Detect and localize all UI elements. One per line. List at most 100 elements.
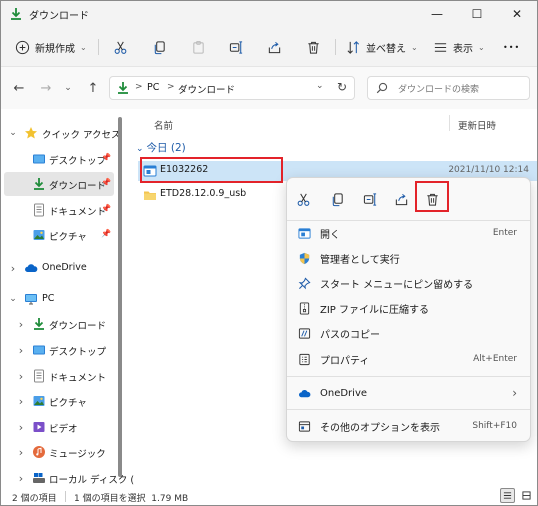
download-icon <box>32 177 46 191</box>
breadcrumb-pc[interactable]: PC <box>147 82 159 93</box>
sidebar-item-pc-videos[interactable]: › ビデオ <box>4 415 114 439</box>
sidebar-item-desktop[interactable]: デスクトップ 📌 <box>4 147 114 171</box>
copy-icon <box>332 192 343 206</box>
address-bar[interactable]: > PC > ダウンロード ⌄ ↻ <box>109 76 355 100</box>
chevron-down-icon[interactable]: ⌄ <box>8 128 18 138</box>
pin-icon: 📌 <box>101 229 111 238</box>
arrow-up-icon: ↑ <box>87 80 99 96</box>
sidebar-item-documents[interactable]: ドキュメント 📌 <box>4 198 114 222</box>
window-title: ダウンロード <box>29 11 89 22</box>
search-box[interactable]: ダウンロードの検索 <box>367 76 530 100</box>
sidebar-item-pc-desktop[interactable]: › デスクトップ <box>4 338 114 362</box>
picture-icon <box>32 394 46 408</box>
close-icon: ✕ <box>511 7 523 21</box>
breadcrumb-downloads[interactable]: ダウンロード <box>178 82 235 96</box>
column-header-date[interactable]: 更新日時 <box>458 118 496 132</box>
menu-item-properties[interactable]: プロパティ Alt+Enter <box>287 347 530 371</box>
sidebar-item-downloads[interactable]: ダウンロード 📌 <box>4 172 114 196</box>
copy-button[interactable] <box>152 37 167 57</box>
pin-icon: 📌 <box>101 178 111 187</box>
menu-item-label: プロパティ <box>320 355 370 367</box>
menu-item-more-options[interactable]: その他のオプションを表示 Shift+F10 <box>287 414 530 438</box>
chevron-down-icon[interactable]: ⌄ <box>8 294 18 304</box>
highlight-box-file <box>140 157 283 183</box>
command-bar: 新規作成 ⌄ 並べ替え ⌄ 表示 ⌄ ••• <box>1 27 537 67</box>
sort-button[interactable]: 並べ替え ⌄ <box>346 37 418 57</box>
view-button[interactable]: 表示 ⌄ <box>433 37 485 57</box>
chevron-right-icon[interactable]: › <box>16 395 26 408</box>
group-label: 今日 (2) <box>146 142 186 154</box>
new-label: 新規作成 <box>35 43 75 55</box>
menu-item-copy-path[interactable]: パスのコピー <box>287 321 530 345</box>
title-bar: ダウンロード — ☐ ✕ <box>1 1 537 27</box>
menu-item-label: その他のオプションを表示 <box>320 422 440 434</box>
chevron-down-icon[interactable]: ⌄ <box>316 81 324 91</box>
document-icon <box>32 369 46 383</box>
menu-item-onedrive[interactable]: OneDrive › <box>287 381 530 405</box>
status-bar: 2 個の項目 1 個の項目を選択 1.79 MB <box>1 487 537 505</box>
details-view-button[interactable] <box>500 488 515 503</box>
more-button[interactable]: ••• <box>503 37 520 57</box>
file-name: ETD28.12.0.9_usb <box>160 188 247 199</box>
sidebar-scrollbar[interactable] <box>118 117 122 477</box>
new-button[interactable]: 新規作成 ⌄ <box>15 37 87 57</box>
download-icon <box>116 81 130 95</box>
sidebar-item-pc-downloads[interactable]: › ダウンロード <box>4 312 114 336</box>
up-button[interactable]: ↑ <box>85 80 101 96</box>
chevron-right-icon[interactable]: › <box>16 421 26 434</box>
menu-item-label: スタート メニューにピン留めする <box>320 279 474 291</box>
path-copy-icon <box>297 326 312 341</box>
group-header-today[interactable]: ⌄ 今日 (2) <box>136 140 186 155</box>
sidebar-item-pc-pictures[interactable]: › ピクチャ <box>4 389 114 413</box>
chevron-right-icon[interactable]: › <box>16 472 26 485</box>
share-button[interactable] <box>267 37 282 57</box>
breadcrumb-separator: > <box>135 82 143 92</box>
paste-icon <box>193 40 204 54</box>
menu-item-compress-zip[interactable]: ZIP ファイルに圧縮する <box>287 296 530 320</box>
tiles-view-button[interactable] <box>519 488 534 503</box>
cloud-icon <box>24 261 38 275</box>
chevron-right-icon[interactable]: › <box>16 370 26 383</box>
menu-item-pin-to-start[interactable]: スタート メニューにピン留めする <box>287 271 530 295</box>
rename-icon <box>229 40 243 54</box>
cut-button[interactable] <box>113 37 128 57</box>
sidebar-item-pc[interactable]: ⌄ PC <box>4 287 114 311</box>
sidebar-item-pc-documents[interactable]: › ドキュメント <box>4 364 114 388</box>
document-icon <box>32 203 46 217</box>
recent-locations-button[interactable]: ⌄ <box>60 80 76 96</box>
column-header-name[interactable]: 名前 <box>154 118 173 132</box>
sidebar-item-onedrive[interactable]: › OneDrive <box>4 256 114 280</box>
chevron-right-icon[interactable]: › <box>16 446 26 459</box>
menu-item-open[interactable]: 開く Enter <box>287 221 530 245</box>
item-count: 2 個の項目 <box>12 494 57 504</box>
close-button[interactable]: ✕ <box>497 1 537 27</box>
sidebar-item-quick-access[interactable]: ⌄ クイック アクセス <box>4 121 121 145</box>
rename-icon <box>363 192 376 206</box>
search-icon <box>376 82 388 94</box>
rename-button[interactable] <box>229 37 244 57</box>
chevron-right-icon[interactable]: › <box>16 318 26 331</box>
file-date: 2021/11/10 12:14 <box>448 165 529 175</box>
selection-info: 1 個の項目を選択 1.79 MB <box>74 494 189 504</box>
file-explorer-window: ダウンロード — ☐ ✕ 新規作成 ⌄ 並べ替え ⌄ 表示 ⌄ ••• ← → … <box>0 0 538 506</box>
minimize-button[interactable]: — <box>417 1 457 27</box>
chevron-down-icon: ⌄ <box>80 42 87 52</box>
back-button[interactable]: ← <box>11 80 27 96</box>
delete-button[interactable] <box>306 37 321 57</box>
pin-icon: 📌 <box>101 204 111 213</box>
menu-item-run-as-admin[interactable]: 管理者として実行 <box>287 246 530 270</box>
refresh-icon[interactable]: ↻ <box>337 80 347 94</box>
navigation-row: ← → ⌄ ↑ > PC > ダウンロード ⌄ ↻ ダウンロードの検索 <box>1 67 537 109</box>
maximize-button[interactable]: ☐ <box>457 1 497 27</box>
ctx-rename-button[interactable] <box>359 188 381 210</box>
paste-button[interactable] <box>191 37 206 57</box>
ctx-cut-button[interactable] <box>292 188 314 210</box>
chevron-right-icon[interactable]: › <box>8 262 18 275</box>
ctx-copy-button[interactable] <box>326 188 348 210</box>
forward-button[interactable]: → <box>38 80 54 96</box>
ctx-share-button[interactable] <box>390 188 412 210</box>
sidebar-item-pc-music[interactable]: › ミュージック <box>4 440 114 464</box>
shield-icon <box>297 251 312 266</box>
chevron-right-icon[interactable]: › <box>16 344 26 357</box>
sidebar-item-pictures[interactable]: ピクチャ 📌 <box>4 223 114 247</box>
